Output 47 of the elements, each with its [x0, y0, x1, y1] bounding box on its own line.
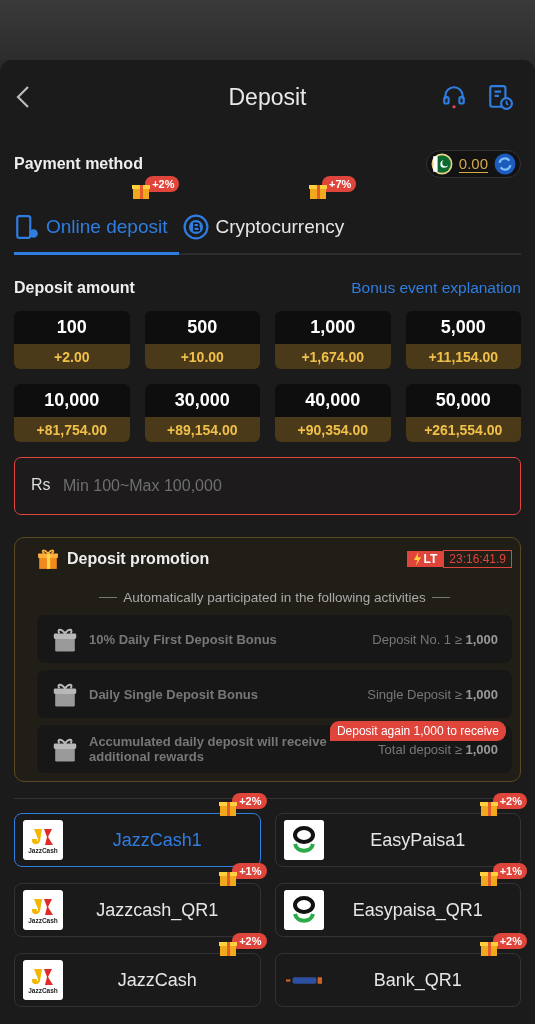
amount-option[interactable]: 50,000 +261,554.00: [405, 384, 521, 442]
page-title: Deposit: [228, 83, 307, 111]
bonus-badge: +2%: [478, 793, 527, 817]
activity-name: Daily Single Deposit Bonus: [89, 686, 260, 702]
amount-option[interactable]: 100 +2.00: [14, 311, 130, 369]
amount-option[interactable]: 500 +10.00: [144, 311, 260, 369]
activity-condition: Single Deposit ≥ 1,000: [367, 686, 498, 702]
bonus-badge: +1%: [478, 863, 527, 887]
activity-condition: Total deposit ≥ 1,000: [378, 741, 498, 757]
wallet-logo: [283, 820, 324, 860]
amount-option[interactable]: 30,000 +89,154.00: [144, 384, 260, 442]
bank-logo: [285, 976, 322, 984]
promotion-title: Deposit promotion: [67, 550, 210, 568]
amount-option[interactable]: 5,000 +11,154.00: [405, 311, 521, 369]
amount-option[interactable]: 40,000 +90,354.00: [275, 384, 391, 442]
phone-icon: [14, 214, 40, 240]
bonus-badge: +7%: [307, 176, 357, 200]
lightning-icon: [412, 552, 422, 566]
amount-option[interactable]: 1,000 +1,674.00: [275, 311, 391, 369]
bonus-badge: +2%: [218, 933, 267, 957]
payment-method-option[interactable]: EasyPaisa1: [274, 813, 521, 867]
activity-name: 10% Daily First Deposit Bonus: [89, 631, 278, 647]
refresh-icon[interactable]: [494, 153, 516, 175]
activity-condition: Deposit No. 1 ≥ 1,000: [372, 631, 498, 647]
section-label: Payment method: [14, 155, 143, 173]
back-icon[interactable]: [16, 85, 30, 109]
payment-method-option[interactable]: Bank_QR1: [274, 953, 521, 1007]
gift-icon: [37, 548, 59, 570]
promotion-subtitle: Automatically participated in the following activities: [123, 590, 426, 605]
amount-option[interactable]: 10,000 +81,754.00: [14, 384, 130, 442]
bonus-badge: +1%: [218, 863, 267, 887]
coin-icon: [183, 214, 210, 240]
wallet-logo: [283, 890, 324, 930]
countdown-timer: LT 23:16:41.9: [406, 550, 512, 568]
activity-tip: Deposit again 1,000 to receive: [329, 721, 506, 741]
balance-amount: 0.00: [458, 155, 488, 173]
section-label: Deposit amount: [14, 279, 135, 297]
bonus-badge: +2%: [478, 933, 527, 957]
bonus-explanation-link[interactable]: Bonus event explanation: [351, 279, 521, 297]
payment-method-option[interactable]: Easypaisa_QR1: [274, 883, 521, 937]
bonus-badge: +2%: [131, 176, 180, 200]
history-icon[interactable]: [487, 84, 513, 110]
activity-name: Accumulated daily deposit will receive additional rewards: [89, 734, 328, 764]
flag-icon: [430, 153, 453, 175]
headset-icon[interactable]: [441, 84, 467, 110]
bonus-badge: +2%: [218, 793, 267, 817]
currency-prefix: Rs: [31, 476, 51, 494]
